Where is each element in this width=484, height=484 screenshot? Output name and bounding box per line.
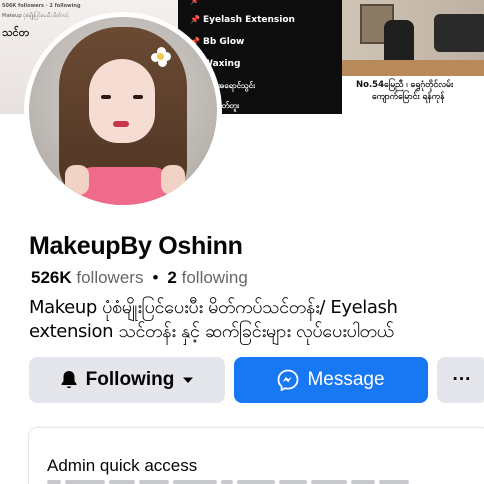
following-button-label: Following	[85, 369, 175, 390]
service-line: 📌 Eyelash Extension	[190, 15, 295, 25]
followers-label: followers	[76, 268, 144, 287]
more-options-button[interactable]: ···	[437, 357, 484, 403]
address-line-1: No.54မြေညီ ၊ ရွှေဂုံတိုင်လမ်း	[356, 80, 454, 90]
profile-stats: 526K followers • 2 following	[31, 268, 248, 288]
cover-script-text: သင်တ	[2, 26, 30, 39]
address-line-2: ကျောက်မြောင်း ရန်ကုန်	[372, 92, 445, 102]
message-button-label: Message	[307, 369, 385, 390]
admin-quick-access-card[interactable]: Admin quick access	[29, 428, 484, 484]
pin-icon: 📌	[190, 15, 200, 24]
profile-name: MakeupBy Oshinn	[29, 232, 243, 260]
salon-sofa	[434, 14, 484, 52]
message-button[interactable]: Message	[234, 357, 428, 403]
following-button[interactable]: Following	[29, 357, 225, 403]
admin-quick-access-title: Admin quick access	[47, 456, 198, 475]
following-link[interactable]: 2 following	[167, 268, 247, 287]
flower-hair-clip	[151, 47, 171, 67]
stats-separator: •	[152, 268, 159, 287]
service-line: 📌 Bb Glow	[190, 37, 245, 47]
bell-icon	[60, 370, 78, 390]
salon-chair	[384, 20, 414, 64]
avatar-photo	[29, 17, 217, 205]
pin-icon: 📌	[190, 0, 200, 5]
caret-down-icon	[182, 376, 194, 384]
cover-stats-text: 506K followers · 2 following	[2, 3, 81, 9]
messenger-icon	[277, 369, 299, 391]
following-label: following	[181, 268, 248, 287]
followers-link[interactable]: 526K followers	[31, 268, 143, 287]
followers-count: 526K	[31, 268, 72, 287]
more-icon: ···	[452, 369, 472, 390]
following-count: 2	[167, 268, 177, 287]
profile-bio: Makeup ပုံစံမျိုးပြင်ပေးပီး မိတ်ကပ်သင်တန…	[29, 297, 398, 342]
admin-quick-access-subtext	[47, 480, 447, 484]
cover-salon-photo: No.54မြေညီ ၊ ရွှေဂုံတိုင်လမ်း ကျောက်မြော…	[342, 0, 484, 114]
profile-avatar[interactable]	[24, 12, 222, 210]
service-line: 📌	[190, 0, 203, 6]
cover-bio-text: Makeup ပုံစံမျိုးပြင်ပေးပီး မိတ်ကပ်	[2, 13, 69, 19]
